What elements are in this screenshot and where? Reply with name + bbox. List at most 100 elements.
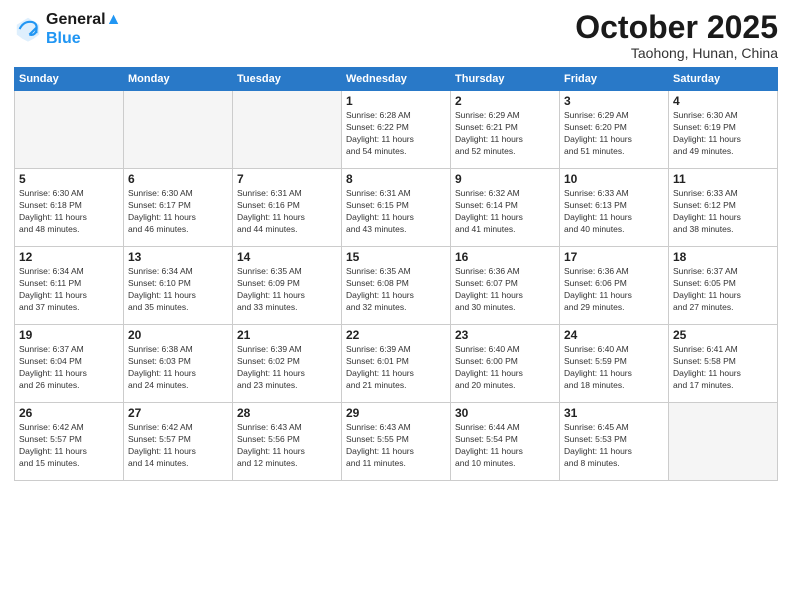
table-row: 7 Sunrise: 6:31 AM Sunset: 6:16 PM Daylig… [233, 169, 342, 247]
day-info: Sunrise: 6:30 AM Sunset: 6:18 PM Dayligh… [19, 188, 119, 236]
table-row: 12 Sunrise: 6:34 AM Sunset: 6:11 PM Dayli… [15, 247, 124, 325]
day-number: 8 [346, 172, 446, 186]
day-info: Sunrise: 6:36 AM Sunset: 6:07 PM Dayligh… [455, 266, 555, 314]
day-info: Sunrise: 6:40 AM Sunset: 5:59 PM Dayligh… [564, 344, 664, 392]
table-row: 3 Sunrise: 6:29 AM Sunset: 6:20 PM Daylig… [560, 91, 669, 169]
day-number: 29 [346, 406, 446, 420]
table-row: 1 Sunrise: 6:28 AM Sunset: 6:22 PM Daylig… [342, 91, 451, 169]
table-row: 26 Sunrise: 6:42 AM Sunset: 5:57 PM Dayli… [15, 403, 124, 481]
table-row [669, 403, 778, 481]
day-number: 15 [346, 250, 446, 264]
day-number: 3 [564, 94, 664, 108]
day-number: 10 [564, 172, 664, 186]
table-row: 4 Sunrise: 6:30 AM Sunset: 6:19 PM Daylig… [669, 91, 778, 169]
table-row: 29 Sunrise: 6:43 AM Sunset: 5:55 PM Dayli… [342, 403, 451, 481]
table-row: 28Sunrise: 6:43 AM Sunset: 5:56 PM Dayli… [233, 403, 342, 481]
table-row: 31 Sunrise: 6:45 AM Sunset: 5:53 PM Dayli… [560, 403, 669, 481]
day-info: Sunrise: 6:43 AM Sunset: 5:55 PM Dayligh… [346, 422, 446, 470]
calendar-week-row: 5 Sunrise: 6:30 AM Sunset: 6:18 PM Daylig… [15, 169, 778, 247]
location: Taohong, Hunan, China [575, 45, 778, 61]
day-number: 4 [673, 94, 773, 108]
day-info: Sunrise: 6:35 AM Sunset: 6:09 PM Dayligh… [237, 266, 337, 314]
table-row: 17Sunrise: 6:36 AM Sunset: 6:06 PM Dayli… [560, 247, 669, 325]
day-number: 31 [564, 406, 664, 420]
day-number: 5 [19, 172, 119, 186]
logo: General▲ Blue [14, 10, 121, 48]
title-block: October 2025 Taohong, Hunan, China [575, 10, 778, 61]
header-saturday: Saturday [669, 68, 778, 91]
day-info: Sunrise: 6:42 AM Sunset: 5:57 PM Dayligh… [19, 422, 119, 470]
calendar-week-row: 26 Sunrise: 6:42 AM Sunset: 5:57 PM Dayli… [15, 403, 778, 481]
day-number: 7 [237, 172, 337, 186]
table-row: 18 Sunrise: 6:37 AM Sunset: 6:05 PM Dayli… [669, 247, 778, 325]
day-info: Sunrise: 6:28 AM Sunset: 6:22 PM Dayligh… [346, 110, 446, 158]
table-row: 15 Sunrise: 6:35 AM Sunset: 6:08 PM Dayli… [342, 247, 451, 325]
calendar-week-row: 1 Sunrise: 6:28 AM Sunset: 6:22 PM Daylig… [15, 91, 778, 169]
day-number: 17 [564, 250, 664, 264]
day-info: Sunrise: 6:45 AM Sunset: 5:53 PM Dayligh… [564, 422, 664, 470]
day-info: Sunrise: 6:35 AM Sunset: 6:08 PM Dayligh… [346, 266, 446, 314]
day-number: 30 [455, 406, 555, 420]
table-row [233, 91, 342, 169]
day-number: 9 [455, 172, 555, 186]
day-info: Sunrise: 6:44 AM Sunset: 5:54 PM Dayligh… [455, 422, 555, 470]
table-row [124, 91, 233, 169]
header-tuesday: Tuesday [233, 68, 342, 91]
day-number: 1 [346, 94, 446, 108]
day-info: Sunrise: 6:42 AM Sunset: 5:57 PM Dayligh… [128, 422, 228, 470]
table-row: 2 Sunrise: 6:29 AM Sunset: 6:21 PM Daylig… [451, 91, 560, 169]
header-sunday: Sunday [15, 68, 124, 91]
logo-text: General▲ Blue [46, 10, 121, 48]
day-info: Sunrise: 6:37 AM Sunset: 6:04 PM Dayligh… [19, 344, 119, 392]
calendar-table: Sunday Monday Tuesday Wednesday Thursday… [14, 67, 778, 481]
logo-icon [14, 15, 42, 43]
weekday-header-row: Sunday Monday Tuesday Wednesday Thursday… [15, 68, 778, 91]
day-info: Sunrise: 6:30 AM Sunset: 6:17 PM Dayligh… [128, 188, 228, 236]
table-row: 13Sunrise: 6:34 AM Sunset: 6:10 PM Dayli… [124, 247, 233, 325]
table-row: 23Sunrise: 6:40 AM Sunset: 6:00 PM Dayli… [451, 325, 560, 403]
day-number: 6 [128, 172, 228, 186]
table-row: 9Sunrise: 6:32 AM Sunset: 6:14 PM Daylig… [451, 169, 560, 247]
day-info: Sunrise: 6:38 AM Sunset: 6:03 PM Dayligh… [128, 344, 228, 392]
month-title: October 2025 [575, 10, 778, 45]
day-info: Sunrise: 6:31 AM Sunset: 6:16 PM Dayligh… [237, 188, 337, 236]
day-number: 13 [128, 250, 228, 264]
day-number: 27 [128, 406, 228, 420]
day-number: 16 [455, 250, 555, 264]
header-wednesday: Wednesday [342, 68, 451, 91]
day-number: 11 [673, 172, 773, 186]
day-info: Sunrise: 6:29 AM Sunset: 6:21 PM Dayligh… [455, 110, 555, 158]
table-row: 14 Sunrise: 6:35 AM Sunset: 6:09 PM Dayli… [233, 247, 342, 325]
day-info: Sunrise: 6:30 AM Sunset: 6:19 PM Dayligh… [673, 110, 773, 158]
header-thursday: Thursday [451, 68, 560, 91]
table-row: 19 Sunrise: 6:37 AM Sunset: 6:04 PM Dayli… [15, 325, 124, 403]
day-number: 26 [19, 406, 119, 420]
header-monday: Monday [124, 68, 233, 91]
table-row: 16 Sunrise: 6:36 AM Sunset: 6:07 PM Dayli… [451, 247, 560, 325]
table-row: 11Sunrise: 6:33 AM Sunset: 6:12 PM Dayli… [669, 169, 778, 247]
table-row: 21Sunrise: 6:39 AM Sunset: 6:02 PM Dayli… [233, 325, 342, 403]
day-number: 2 [455, 94, 555, 108]
table-row: 22Sunrise: 6:39 AM Sunset: 6:01 PM Dayli… [342, 325, 451, 403]
day-number: 18 [673, 250, 773, 264]
day-info: Sunrise: 6:33 AM Sunset: 6:13 PM Dayligh… [564, 188, 664, 236]
day-info: Sunrise: 6:34 AM Sunset: 6:11 PM Dayligh… [19, 266, 119, 314]
day-info: Sunrise: 6:37 AM Sunset: 6:05 PM Dayligh… [673, 266, 773, 314]
table-row: 5 Sunrise: 6:30 AM Sunset: 6:18 PM Daylig… [15, 169, 124, 247]
calendar-week-row: 19 Sunrise: 6:37 AM Sunset: 6:04 PM Dayli… [15, 325, 778, 403]
table-row: 27 Sunrise: 6:42 AM Sunset: 5:57 PM Dayli… [124, 403, 233, 481]
day-number: 19 [19, 328, 119, 342]
table-row [15, 91, 124, 169]
table-row: 8Sunrise: 6:31 AM Sunset: 6:15 PM Daylig… [342, 169, 451, 247]
table-row: 25Sunrise: 6:41 AM Sunset: 5:58 PM Dayli… [669, 325, 778, 403]
calendar-week-row: 12 Sunrise: 6:34 AM Sunset: 6:11 PM Dayli… [15, 247, 778, 325]
day-number: 14 [237, 250, 337, 264]
table-row: 10 Sunrise: 6:33 AM Sunset: 6:13 PM Dayli… [560, 169, 669, 247]
day-info: Sunrise: 6:29 AM Sunset: 6:20 PM Dayligh… [564, 110, 664, 158]
table-row: 20 Sunrise: 6:38 AM Sunset: 6:03 PM Dayli… [124, 325, 233, 403]
page: General▲ Blue October 2025 Taohong, Huna… [0, 0, 792, 612]
table-row: 24Sunrise: 6:40 AM Sunset: 5:59 PM Dayli… [560, 325, 669, 403]
day-number: 20 [128, 328, 228, 342]
day-number: 12 [19, 250, 119, 264]
day-info: Sunrise: 6:41 AM Sunset: 5:58 PM Dayligh… [673, 344, 773, 392]
